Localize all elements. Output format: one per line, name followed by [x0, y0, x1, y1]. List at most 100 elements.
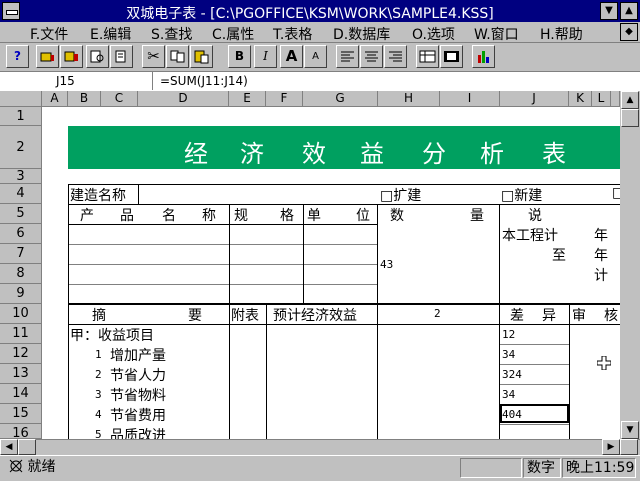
partial-checkbox[interactable]: □	[612, 185, 620, 201]
column-header-k[interactable]: K	[569, 91, 592, 107]
row-header-10[interactable]: 10	[0, 304, 42, 324]
row-header-12[interactable]: 12	[0, 344, 42, 364]
menu-help[interactable]: H.帮助	[540, 24, 583, 44]
row-header-4[interactable]: 4	[0, 184, 42, 204]
restore-button[interactable]: ◆	[620, 23, 638, 41]
menu-edit[interactable]: E.编辑	[90, 24, 131, 44]
column-header-i[interactable]: I	[440, 91, 500, 107]
active-cell-selection[interactable]	[500, 404, 569, 423]
header-unit: 位	[356, 208, 370, 224]
table-border	[68, 244, 378, 245]
chart-button[interactable]	[472, 45, 495, 68]
column-header-a[interactable]: A	[42, 91, 68, 107]
row-header-1[interactable]: 1	[0, 107, 42, 126]
row-header-6[interactable]: 6	[0, 224, 42, 244]
status-mode: 数字	[523, 458, 561, 478]
table-format-button[interactable]	[416, 45, 439, 68]
row-header-15[interactable]: 15	[0, 404, 42, 424]
open-folder-icon	[40, 52, 54, 62]
help-button[interactable]: ?	[6, 45, 29, 68]
cell-j14-value[interactable]: 34	[502, 388, 515, 401]
new-build-checkbox[interactable]: □新建	[501, 185, 542, 205]
cell-reference-box[interactable]: J15	[0, 72, 153, 90]
row-header-8[interactable]: 8	[0, 264, 42, 284]
cell-j11-value[interactable]: 12	[502, 328, 515, 341]
column-header-f[interactable]: F	[266, 91, 303, 107]
maximize-button[interactable]: ▲	[620, 2, 638, 20]
menu-find[interactable]: S.查找	[151, 24, 192, 44]
row-header-2[interactable]: 2	[0, 126, 42, 169]
vertical-scrollbar[interactable]: ▲ ▼	[620, 91, 640, 439]
align-center-button[interactable]	[360, 45, 383, 68]
horizontal-scrollbar[interactable]: ◀ ▶	[0, 439, 640, 456]
scroll-right-button[interactable]: ▶	[602, 439, 620, 455]
scroll-left-button[interactable]: ◀	[0, 439, 18, 455]
align-right-button[interactable]	[384, 45, 407, 68]
menu-table[interactable]: T.表格	[273, 24, 312, 44]
item-label: 增加产量	[110, 348, 166, 364]
row-header-3[interactable]: 3	[0, 169, 42, 184]
horizontal-scroll-thumb[interactable]	[18, 439, 36, 455]
table-border	[500, 384, 569, 385]
row-header-7[interactable]: 7	[0, 244, 42, 264]
menu-database[interactable]: D.数据库	[333, 24, 390, 44]
column-header-e[interactable]: E	[229, 91, 266, 107]
header-spec: 规	[234, 208, 248, 224]
scroll-up-button[interactable]: ▲	[621, 91, 639, 109]
item-number: 1	[95, 348, 102, 361]
item-label: 节省物料	[110, 388, 166, 404]
copy-button[interactable]	[166, 45, 189, 68]
column-header-g[interactable]: G	[303, 91, 378, 107]
row-header-9[interactable]: 9	[0, 284, 42, 304]
font-smaller-button[interactable]: A	[304, 45, 327, 68]
border-icon	[444, 51, 459, 62]
header-product: 称	[202, 208, 216, 224]
italic-button[interactable]: I	[254, 45, 277, 68]
row-header-13[interactable]: 13	[0, 364, 42, 384]
column-header-c[interactable]: C	[101, 91, 138, 107]
system-menu-button[interactable]	[2, 2, 20, 20]
spreadsheet-grid[interactable]: A B C D E F G H I J K L 1 2 3 4 5 6 7 8 …	[0, 91, 620, 439]
column-header-h[interactable]: H	[378, 91, 440, 107]
column-header-j[interactable]: J	[500, 91, 569, 107]
open-file-button[interactable]	[36, 45, 59, 68]
align-left-button[interactable]	[336, 45, 359, 68]
status-ready-text: 就绪	[27, 459, 56, 475]
menu-file[interactable]: F.文件	[30, 24, 68, 44]
row-header-16[interactable]: 16	[0, 424, 42, 439]
status-time: 晚上11:59	[562, 458, 636, 478]
row-header-11[interactable]: 11	[0, 324, 42, 344]
scroll-thumb[interactable]	[621, 109, 639, 127]
paste-button[interactable]	[190, 45, 213, 68]
column-header-b[interactable]: B	[68, 91, 101, 107]
status-icon	[9, 459, 23, 473]
calc-label: 计	[594, 268, 608, 284]
banner-char: 济	[240, 140, 264, 168]
column-header-d[interactable]: D	[138, 91, 229, 107]
cell-h8-value: 43	[380, 258, 394, 271]
cell-j12-value[interactable]: 34	[502, 348, 515, 361]
minimize-button[interactable]: ▼	[600, 2, 618, 20]
cell-border-button[interactable]	[440, 45, 463, 68]
formula-input[interactable]: =SUM(J11:J14)	[160, 74, 248, 88]
row-header-14[interactable]: 14	[0, 384, 42, 404]
row-header-5[interactable]: 5	[0, 204, 42, 224]
menu-attributes[interactable]: C.属性	[212, 24, 254, 44]
column-header-m[interactable]	[611, 91, 620, 107]
select-all-corner[interactable]	[0, 91, 42, 107]
menu-options[interactable]: O.选项	[412, 24, 455, 44]
menu-window[interactable]: W.窗口	[474, 24, 519, 44]
banner-char: 分	[422, 140, 446, 168]
expand-checkbox[interactable]: □扩建	[380, 185, 421, 205]
font-larger-button[interactable]: A	[280, 45, 303, 68]
cut-button[interactable]: ✂	[142, 45, 165, 68]
save-file-button[interactable]	[60, 45, 83, 68]
print-button[interactable]	[110, 45, 133, 68]
scroll-down-button[interactable]: ▼	[621, 421, 639, 439]
plan-label: 本工程计	[502, 228, 558, 244]
print-preview-button[interactable]	[86, 45, 109, 68]
cell-j13-value[interactable]: 324	[502, 368, 522, 381]
table-border	[266, 304, 267, 439]
bold-button[interactable]: B	[228, 45, 251, 68]
column-header-l[interactable]: L	[592, 91, 611, 107]
